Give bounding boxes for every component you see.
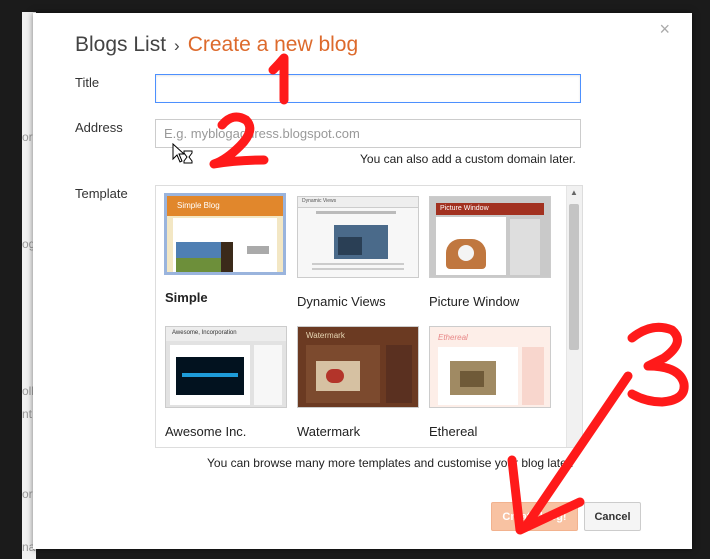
template-watermark[interactable]: Watermark Watermark — [297, 326, 421, 439]
create-blog-dialog: × Blogs List › Create a new blog Title Add… — [33, 13, 692, 549]
template-dynamic-views[interactable]: Dynamic Views Dynamic Views — [297, 196, 421, 309]
template-name: Dynamic Views — [297, 294, 386, 309]
template-picture-window[interactable]: Picture Window Picture Window — [429, 196, 553, 309]
template-thumbnail: Dynamic Views — [297, 196, 419, 278]
page-title: Create a new blog — [187, 33, 359, 56]
breadcrumb: Blogs List › Create a new blog — [75, 33, 358, 57]
thumbnail-title: Awesome, Incorporation — [172, 330, 237, 336]
thumbnail-title: Ethereal — [438, 333, 468, 342]
thumbnail-title: Picture Window — [440, 205, 489, 212]
cancel-button[interactable]: Cancel — [584, 502, 641, 531]
breadcrumb-blogs-list[interactable]: Blogs List — [75, 33, 166, 56]
background-fragment: nt — [22, 407, 33, 421]
template-label: Template — [75, 186, 128, 201]
scroll-up-icon[interactable]: ▲ — [570, 188, 578, 197]
address-hint: You can also add a custom domain later. — [360, 152, 576, 166]
browse-templates-note: You can browse many more templates and c… — [207, 456, 574, 470]
thumbnail-title: Simple Blog — [177, 201, 220, 210]
title-label: Title — [75, 75, 100, 90]
template-name: Watermark — [297, 424, 361, 439]
thumbnail-title: Watermark — [306, 331, 345, 340]
template-name: Awesome Inc. — [165, 424, 247, 439]
template-thumbnail: Watermark — [297, 326, 419, 408]
address-input[interactable] — [155, 119, 581, 148]
template-name: Picture Window — [429, 294, 520, 309]
template-scrollbar[interactable]: ▲ — [566, 186, 582, 447]
template-name: Simple — [165, 290, 208, 305]
title-input[interactable] — [155, 74, 581, 103]
breadcrumb-separator: › — [174, 36, 180, 55]
template-awesome-inc[interactable]: Awesome, Incorporation Awesome Inc. — [165, 326, 289, 439]
template-list[interactable]: ▲ Simple Blog Simple Dynamic Views Dynam… — [155, 185, 583, 448]
template-ethereal[interactable]: Ethereal Ethereal — [429, 326, 553, 439]
create-blog-button[interactable]: Create blog! — [491, 502, 578, 531]
template-simple[interactable]: Simple Blog Simple — [164, 193, 289, 305]
scrollbar-thumb[interactable] — [569, 204, 579, 350]
template-thumbnail: Ethereal — [429, 326, 551, 408]
background-fragment: or — [22, 487, 33, 501]
template-thumbnail: Picture Window — [429, 196, 551, 278]
template-name: Ethereal — [429, 424, 478, 439]
template-thumbnail: Simple Blog — [164, 193, 286, 275]
cursor-busy-icon — [172, 143, 193, 164]
background-fragment: or — [22, 130, 33, 144]
close-icon[interactable]: × — [659, 19, 670, 40]
template-thumbnail: Awesome, Incorporation — [165, 326, 287, 408]
address-label: Address — [75, 120, 123, 135]
thumbnail-title: Dynamic Views — [302, 198, 337, 204]
